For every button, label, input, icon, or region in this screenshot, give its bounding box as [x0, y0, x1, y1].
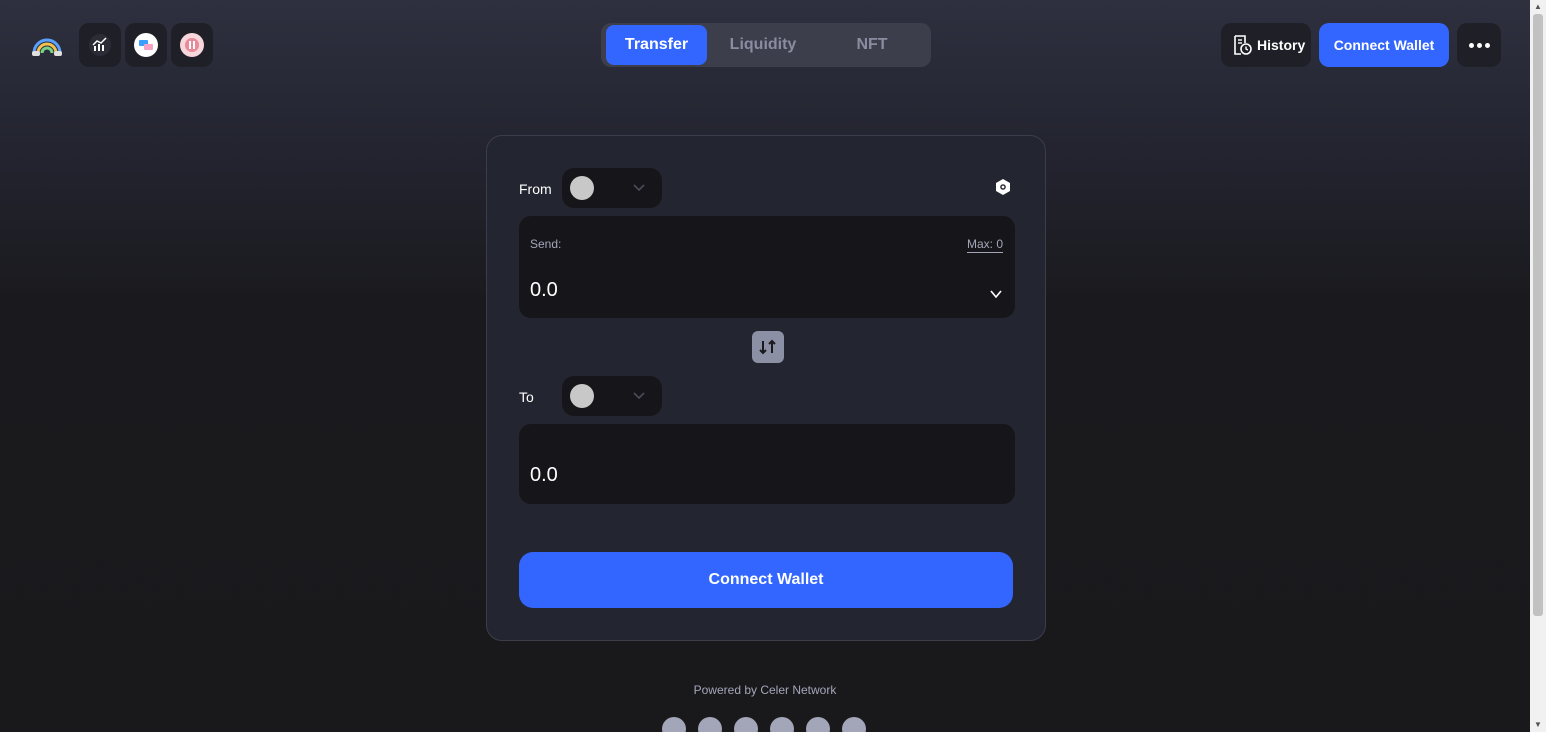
tab-nft[interactable]: NFT	[819, 25, 925, 65]
send-input-box[interactable]: Send: Max: 0 0.0	[519, 216, 1015, 318]
twitter-icon[interactable]	[806, 717, 830, 732]
to-label: To	[519, 389, 534, 405]
home-icon[interactable]	[662, 717, 686, 732]
scroll-up-arrow[interactable]: ▲	[1534, 2, 1542, 11]
receive-amount: 0.0	[530, 464, 558, 486]
transfer-card: From Send: Max: 0 0.0 To 0.0 Connect Wal…	[486, 135, 1046, 641]
medium-icon[interactable]	[734, 717, 758, 732]
from-chain-selector[interactable]	[562, 168, 662, 208]
chain-placeholder-icon	[570, 384, 594, 408]
app-three-button[interactable]	[171, 23, 213, 67]
github-icon[interactable]	[842, 717, 866, 732]
top-navigation: Transfer Liquidity NFT History Connect W…	[0, 0, 1530, 90]
swap-arrows-icon	[759, 339, 776, 355]
vertical-scrollbar[interactable]: ▲ ▼	[1530, 0, 1546, 732]
history-button[interactable]: History	[1221, 23, 1311, 67]
scroll-down-arrow[interactable]: ▼	[1534, 720, 1542, 729]
scrollbar-thumb[interactable]	[1533, 14, 1543, 616]
history-icon	[1234, 35, 1252, 55]
analytics-icon	[89, 34, 111, 56]
chain-placeholder-icon	[570, 176, 594, 200]
swap-direction-button[interactable]	[752, 331, 784, 363]
main-tabs: Transfer Liquidity NFT	[601, 23, 931, 67]
app-two-button[interactable]	[125, 23, 167, 67]
token-chevron-down-icon[interactable]	[989, 287, 1003, 301]
history-label: History	[1257, 37, 1306, 53]
telegram-icon[interactable]	[770, 717, 794, 732]
chevron-down-icon	[633, 184, 645, 192]
connect-wallet-button[interactable]: Connect Wallet	[519, 552, 1013, 608]
rainbow-logo-icon[interactable]	[30, 33, 64, 57]
receive-amount-box: 0.0	[519, 424, 1015, 504]
tab-liquidity[interactable]: Liquidity	[709, 25, 817, 65]
to-chain-selector[interactable]	[562, 376, 662, 416]
chevron-down-icon	[633, 392, 645, 400]
app-three-icon	[180, 33, 204, 57]
from-label: From	[519, 181, 552, 197]
send-label: Send:	[530, 237, 562, 251]
analytics-app-button[interactable]	[79, 23, 121, 67]
tab-transfer[interactable]: Transfer	[606, 25, 707, 65]
max-button[interactable]: Max: 0	[966, 237, 1003, 253]
powered-by-text: Powered by Celer Network	[693, 683, 837, 697]
settings-icon[interactable]	[994, 178, 1012, 196]
more-dots-icon[interactable]	[1457, 23, 1501, 67]
social-links	[662, 717, 866, 732]
connect-wallet-top-button[interactable]: Connect Wallet	[1319, 23, 1449, 67]
app-two-icon	[134, 33, 158, 57]
send-amount-input[interactable]: 0.0	[530, 279, 558, 302]
docs-icon[interactable]	[698, 717, 722, 732]
